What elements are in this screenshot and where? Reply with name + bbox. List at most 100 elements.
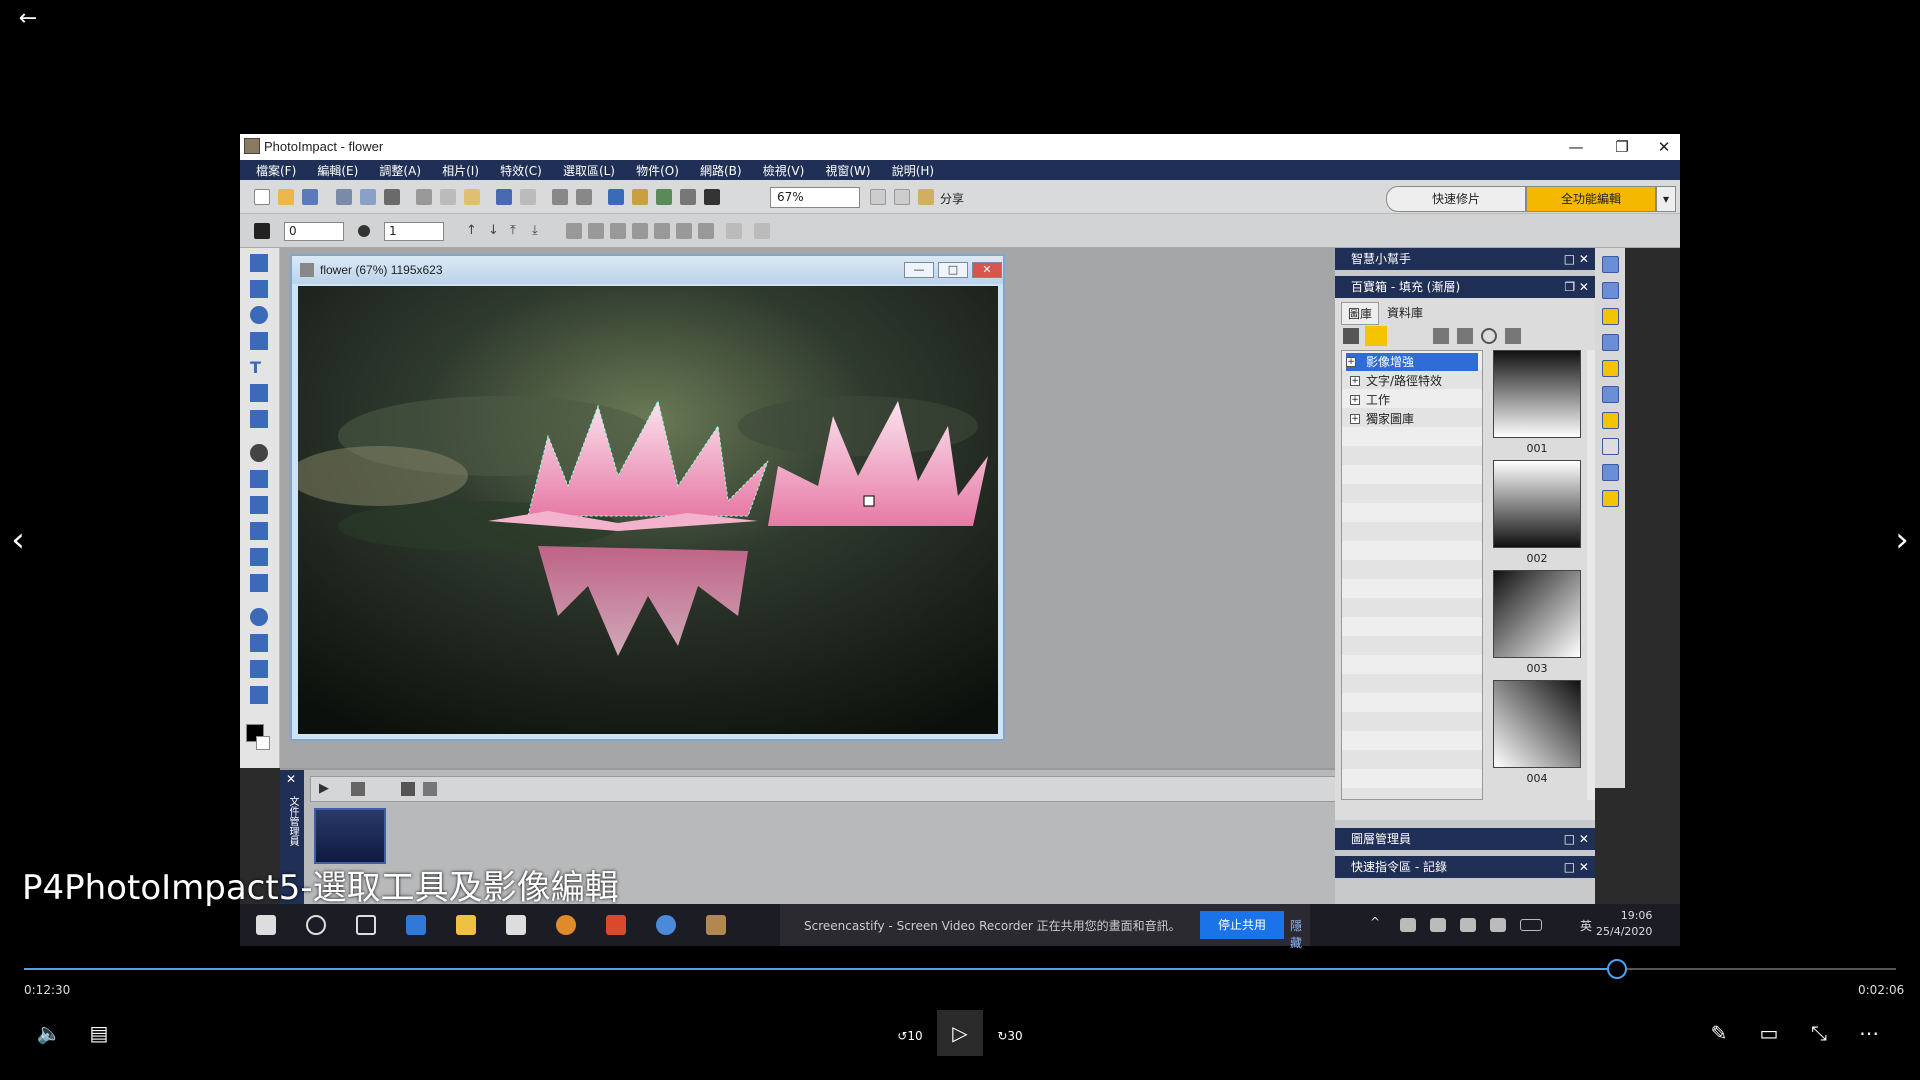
gradient-swatch-002[interactable] <box>1493 460 1581 548</box>
pen-tool-icon[interactable] <box>250 660 268 678</box>
file-explorer-icon[interactable] <box>456 915 476 935</box>
ime-indicator[interactable]: 英 <box>1580 917 1592 934</box>
next-button[interactable]: › <box>1884 520 1920 560</box>
document-titlebar[interactable]: flower (67%) 1195x623 — □ ✕ <box>292 256 1003 284</box>
new-file-icon[interactable] <box>254 189 270 205</box>
undo-icon[interactable] <box>496 189 512 205</box>
dm-close-icon[interactable]: ✕ <box>286 772 296 786</box>
web-icon[interactable] <box>894 189 910 205</box>
smart-helper-header[interactable]: 智慧小幫手 □ ✕ <box>1335 248 1595 270</box>
distribute-icon[interactable] <box>698 223 714 239</box>
align-left-icon[interactable] <box>566 223 582 239</box>
align-center-icon[interactable] <box>588 223 604 239</box>
zoom-tool-icon[interactable] <box>250 608 268 626</box>
layer-manager-header[interactable]: 圖層管理員 □ ✕ <box>1335 828 1595 850</box>
keyboard-icon[interactable] <box>1520 919 1542 931</box>
edit-button[interactable]: ✎ <box>1696 1010 1742 1056</box>
zoom-select[interactable]: 67% <box>770 187 860 208</box>
easy-palette-header[interactable]: 百寶箱 - 填充 (漸層) ❐ ✕ <box>1335 276 1595 298</box>
exit-fullscreen-button[interactable]: ⤡ <box>1796 1010 1842 1056</box>
flower-photo[interactable] <box>298 286 998 734</box>
chrome-app-icon[interactable] <box>556 915 576 935</box>
align-right-icon[interactable] <box>610 223 626 239</box>
windows-start-icon[interactable] <box>256 915 276 935</box>
forward-button[interactable]: ↻30 <box>987 1010 1033 1056</box>
back-button[interactable]: ← <box>12 4 44 36</box>
store-icon[interactable] <box>506 915 526 935</box>
to-top-icon[interactable]: ⤒ <box>510 223 526 239</box>
info-panel-icon[interactable] <box>1602 386 1619 403</box>
tree-item-text-path[interactable]: + 文字/路徑特效 <box>1350 372 1442 390</box>
gradient-swatch-001[interactable] <box>1493 350 1581 438</box>
print-icon[interactable] <box>336 189 352 205</box>
cut-icon[interactable] <box>416 189 432 205</box>
path-tool-icon[interactable] <box>250 686 268 704</box>
align-middle-icon[interactable] <box>654 223 670 239</box>
color-panel-icon[interactable] <box>1602 412 1619 429</box>
menu-effect[interactable]: 特效(C) <box>500 161 542 181</box>
menu-web[interactable]: 網路(B) <box>700 161 742 181</box>
distribute-h-icon[interactable] <box>726 223 742 239</box>
document-thumbnail[interactable] <box>314 808 386 864</box>
chevron-up-icon[interactable]: ^ <box>1370 915 1384 935</box>
menu-window[interactable]: 視窗(W) <box>825 161 870 181</box>
dot-icon[interactable] <box>358 225 370 237</box>
fill-tool-icon[interactable] <box>250 574 268 592</box>
sort-icon[interactable] <box>401 782 415 796</box>
resize-icon[interactable] <box>576 189 592 205</box>
menu-view[interactable]: 檢視(V) <box>763 161 805 181</box>
crop-icon[interactable] <box>552 189 568 205</box>
share-label[interactable]: 分享 <box>940 190 964 207</box>
photoimpact-taskbar-icon[interactable] <box>706 915 726 935</box>
doc-minimize-button[interactable]: — <box>904 262 934 278</box>
menu-edit[interactable]: 編輯(E) <box>317 161 358 181</box>
play-small-icon[interactable]: ▶ <box>319 781 329 796</box>
play-button[interactable]: ▷ <box>937 1010 983 1056</box>
panel-close-icon[interactable]: □ ✕ <box>1564 828 1589 850</box>
office-icon[interactable] <box>606 915 626 935</box>
previous-button[interactable]: ‹ <box>0 520 36 560</box>
brush-panel-icon[interactable] <box>1602 438 1619 455</box>
tree-item-work[interactable]: + 工作 <box>1350 391 1390 409</box>
subtitles-button[interactable]: ▤ <box>76 1010 122 1056</box>
video-frame[interactable]: PhotoImpact - flower — ❐ ✕ 檔案(F) 編輯(E) 調… <box>240 134 1680 904</box>
paste-icon[interactable] <box>464 189 480 205</box>
tree-item-enhance[interactable]: + 影像增強 <box>1346 353 1478 371</box>
tab-gallery[interactable]: 圖庫 <box>1341 302 1380 325</box>
system-clock[interactable]: 19:06 25/4/2020 <box>1596 908 1652 940</box>
menu-photo[interactable]: 相片(I) <box>442 161 479 181</box>
doc-maximize-button[interactable]: □ <box>938 262 968 278</box>
panel-close-icon[interactable]: □ ✕ <box>1564 856 1589 878</box>
effects-icon[interactable] <box>656 189 672 205</box>
document-panel-icon[interactable] <box>1602 464 1619 481</box>
tree-item-exclusive[interactable]: + 獨家圖庫 <box>1350 410 1414 428</box>
scan-icon[interactable] <box>360 189 376 205</box>
notifications-icon[interactable] <box>1490 918 1506 932</box>
layer-panel-icon[interactable] <box>1602 334 1619 351</box>
align-bottom-icon[interactable] <box>676 223 692 239</box>
camera-icon[interactable] <box>384 189 400 205</box>
wand-tool-icon[interactable] <box>250 332 268 350</box>
pick-tool-icon[interactable] <box>250 254 268 272</box>
panel-close-icon[interactable]: ❐ ✕ <box>1564 276 1589 298</box>
rewind-button[interactable]: ↺10 <box>887 1010 933 1056</box>
email-icon[interactable] <box>870 189 886 205</box>
menu-adjust[interactable]: 調整(A) <box>379 161 421 181</box>
crop-tool-icon[interactable] <box>250 384 268 402</box>
gallery-panel-icon[interactable] <box>1602 308 1619 325</box>
open-folder-icon[interactable] <box>278 189 294 205</box>
panel-close-icon[interactable]: □ ✕ <box>1564 248 1589 270</box>
wand-icon[interactable] <box>704 189 720 205</box>
distribute-v-icon[interactable] <box>754 223 770 239</box>
copy-item-icon[interactable] <box>1433 328 1449 344</box>
eyedropper-tool-icon[interactable] <box>250 634 268 652</box>
network-icon[interactable] <box>1430 918 1446 932</box>
full-edit-mode-button[interactable]: 全功能編輯 <box>1526 186 1656 212</box>
eraser-tool-icon[interactable] <box>250 548 268 566</box>
home-icon[interactable] <box>1343 328 1359 344</box>
menu-object[interactable]: 物件(O) <box>636 161 679 181</box>
move-item-icon[interactable] <box>1457 328 1473 344</box>
save-icon[interactable] <box>302 189 318 205</box>
mode-dropdown-icon[interactable]: ▾ <box>1656 186 1676 212</box>
gradient-swatch-004[interactable] <box>1493 680 1581 768</box>
